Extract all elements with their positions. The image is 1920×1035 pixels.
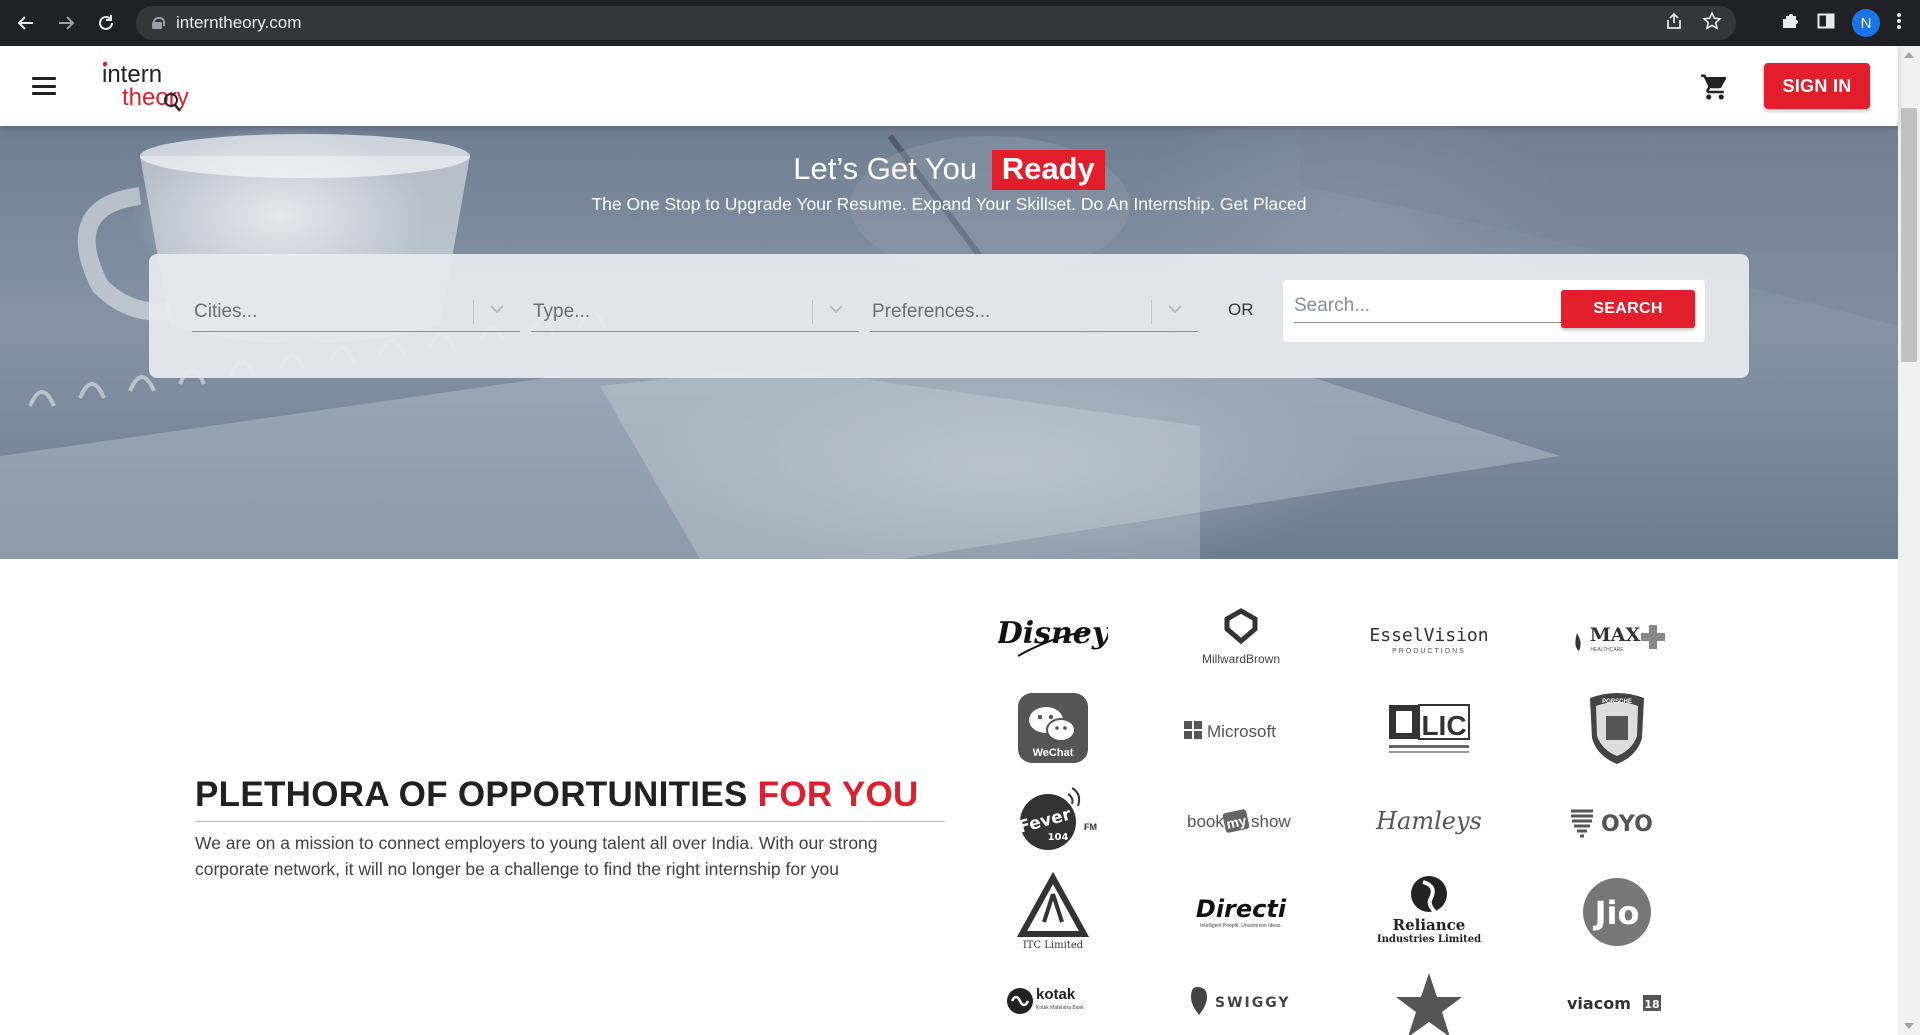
svg-text:book: book xyxy=(1187,812,1224,831)
opportunities-description: We are on a mission to connect employers… xyxy=(195,833,878,879)
oyo-logo: OYO xyxy=(1557,780,1677,860)
svg-text:show: show xyxy=(1251,812,1291,831)
jio-logo: Jio xyxy=(1557,872,1677,952)
hero-title: Let’s Get You Ready xyxy=(0,150,1898,190)
address-bar[interactable]: interntheory.com xyxy=(136,6,1736,40)
wechat-logo: WeChat xyxy=(993,688,1113,768)
swiggy-logo: SWIGGY xyxy=(1181,966,1301,1035)
bookmyshow-logo: book my show xyxy=(1181,780,1301,860)
opportunities-title-main: PLETHORA OF OPPORTUNITIES xyxy=(195,775,748,814)
svg-text:EsselVision: EsselVision xyxy=(1369,625,1488,646)
svg-text:kotak: kotak xyxy=(1036,986,1076,1003)
page-scrollbar[interactable] xyxy=(1898,46,1920,1035)
svg-text:PRODUCTIONS: PRODUCTIONS xyxy=(1392,648,1466,655)
lic-logo: LIC xyxy=(1369,688,1489,768)
preferences-placeholder: Preferences... xyxy=(872,301,991,322)
profile-avatar[interactable]: N xyxy=(1852,9,1880,37)
svg-text:ITC Limited: ITC Limited xyxy=(1023,940,1084,951)
hero-title-highlight: Ready xyxy=(991,150,1105,190)
browser-toolbar: interntheory.com N xyxy=(0,0,1920,46)
directi-logo: Directi Intelligent People. Uncommon Ide… xyxy=(1181,872,1301,952)
itc-limited-logo: ITC Limited xyxy=(993,872,1113,952)
kotak-logo: kotak Kotak Mahindra Bank xyxy=(993,966,1113,1035)
keyword-search-box: SEARCH xyxy=(1283,280,1705,342)
porsche-logo: PORSCHE xyxy=(1557,688,1677,768)
scroll-down-arrow-icon[interactable] xyxy=(1904,1023,1914,1029)
hamleys-logo: Hamleys xyxy=(1369,780,1489,860)
hamburger-menu-icon[interactable] xyxy=(32,77,56,95)
section-divider xyxy=(195,821,945,822)
millward-brown-logo: MillwardBrown xyxy=(1181,596,1301,676)
or-label: OR xyxy=(1228,300,1254,319)
svg-text:SWIGGY: SWIGGY xyxy=(1215,995,1291,1011)
svg-text:LIC: LIC xyxy=(1421,710,1466,741)
side-panel-icon[interactable] xyxy=(1816,11,1836,36)
type-placeholder: Type... xyxy=(533,301,591,322)
extensions-icon[interactable] xyxy=(1780,11,1800,36)
viacom18-logo: viacom 18 xyxy=(1557,966,1677,1035)
star-logo xyxy=(1369,966,1489,1035)
opportunities-title: PLETHORA OF OPPORTUNITIES FOR YOU xyxy=(195,775,919,815)
svg-text:HEALTHCARE: HEALTHCARE xyxy=(1590,647,1624,653)
svg-text:WeChat: WeChat xyxy=(1033,747,1074,759)
svg-text:FM: FM xyxy=(1084,822,1097,832)
svg-text:Reliance: Reliance xyxy=(1393,916,1466,934)
cities-placeholder: Cities... xyxy=(194,301,258,322)
svg-text:MillwardBrown: MillwardBrown xyxy=(1202,652,1280,666)
url-text: interntheory.com xyxy=(176,13,302,32)
hero-banner: Let’s Get You Ready The One Stop to Upgr… xyxy=(0,126,1898,559)
svg-text:Intelligent People. Uncommon I: Intelligent People. Uncommon Ideas. xyxy=(1200,923,1282,929)
svg-text:PORSCHE: PORSCHE xyxy=(1602,699,1632,705)
search-input[interactable] xyxy=(1294,289,1562,323)
reload-icon[interactable] xyxy=(86,3,126,43)
lock-icon xyxy=(152,17,165,29)
search-button[interactable]: SEARCH xyxy=(1561,290,1695,328)
search-panel: Cities... Type... Preferences... OR SEAR… xyxy=(149,254,1749,378)
menu-icon[interactable] xyxy=(1896,11,1902,36)
svg-text:Disney: Disney xyxy=(998,616,1108,651)
preferences-select[interactable]: Preferences... xyxy=(870,290,1198,332)
star-icon[interactable] xyxy=(1702,10,1722,36)
chevron-down-icon[interactable] xyxy=(1166,300,1184,318)
chevron-down-icon[interactable] xyxy=(488,300,506,318)
svg-text:Hamleys: Hamleys xyxy=(1375,807,1482,835)
chevron-down-icon[interactable] xyxy=(827,300,845,318)
fever-104-fm-logo: Fever 104 FM xyxy=(993,780,1113,860)
logo-dot xyxy=(102,61,108,67)
svg-text:Directi: Directi xyxy=(1196,895,1287,923)
reliance-logo: Reliance Industries Limited xyxy=(1369,872,1489,952)
partner-logos-grid: Disney MillwardBrown EsselVision PRODUCT… xyxy=(993,596,1713,1035)
svg-text:Kotak Mahindra Bank: Kotak Mahindra Bank xyxy=(1036,1005,1084,1011)
scroll-up-arrow-icon[interactable] xyxy=(1904,52,1914,58)
scroll-thumb[interactable] xyxy=(1901,108,1917,362)
svg-text:viacom: viacom xyxy=(1567,994,1631,1013)
hero-title-prefix: Let’s Get You xyxy=(793,151,978,186)
opportunities-title-highlight: FOR YOU xyxy=(757,775,919,814)
max-healthcare-logo: MAX HEALTHCARE xyxy=(1557,596,1677,676)
interntheory-logo[interactable]: intern theory xyxy=(102,58,202,116)
cities-select[interactable]: Cities... xyxy=(192,290,520,332)
essel-vision-logo: EsselVision PRODUCTIONS xyxy=(1369,596,1489,676)
disney-logo: Disney xyxy=(993,596,1113,676)
cart-icon[interactable] xyxy=(1700,72,1730,102)
svg-text:Microsoft: Microsoft xyxy=(1207,722,1276,741)
type-select[interactable]: Type... xyxy=(531,290,859,332)
forward-icon[interactable] xyxy=(46,3,86,43)
site-header: intern theory SIGN IN xyxy=(0,46,1898,126)
sign-in-button[interactable]: SIGN IN xyxy=(1764,63,1870,109)
svg-text:104: 104 xyxy=(1048,832,1069,843)
svg-text:Industries Limited: Industries Limited xyxy=(1377,934,1481,945)
logo-bottom-text: theory xyxy=(122,84,189,111)
share-icon[interactable] xyxy=(1664,11,1684,36)
microsoft-logo: Microsoft xyxy=(1181,688,1301,768)
svg-text:18: 18 xyxy=(1644,998,1659,1011)
svg-text:OYO: OYO xyxy=(1601,812,1653,837)
svg-text:Jio: Jio xyxy=(1593,894,1640,932)
hero-subtitle: The One Stop to Upgrade Your Resume. Exp… xyxy=(591,194,1307,214)
svg-text:MAX: MAX xyxy=(1590,624,1641,646)
back-icon[interactable] xyxy=(6,3,46,43)
